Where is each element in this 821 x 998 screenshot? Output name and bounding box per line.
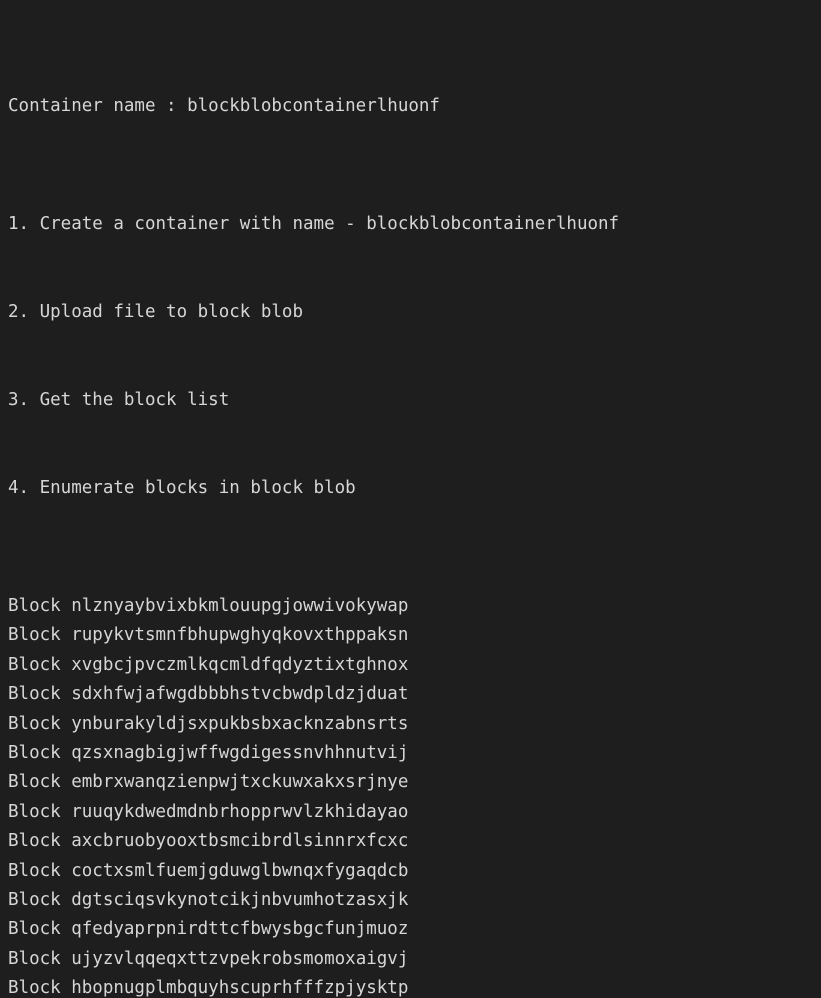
- block-label: Block: [8, 654, 72, 675]
- block-list-item: Block ynburakyldjsxpukbsbxacknzabnsrts: [8, 710, 821, 739]
- block-list-item: Block qzsxnagbigjwffwgdigessnvhhnutvij: [8, 739, 821, 768]
- block-label: Block: [8, 743, 72, 763]
- block-label: Block: [8, 860, 72, 881]
- step-line-1: 1. Create a container with name - blockb…: [8, 213, 620, 234]
- block-list-item: Block qfedyaprpnirdttcfbwysbgcfunjmuoz: [8, 915, 821, 944]
- block-list-item: Block dgtsciqsvkynotcikjnbvumhotzasxjk: [8, 886, 821, 915]
- block-list-item: Block xvgbcjpvczmlkqcmldfqdyztixtghnox: [8, 651, 821, 680]
- block-list-item: Block rupykvtsmnfbhupwghyqkovxthppaksn: [8, 621, 821, 650]
- block-list-item: Block nlznyaybvixbkmlouupgjowwivokywap: [8, 592, 821, 621]
- block-id: qzsxnagbigjwffwgdigessnvhhnutvij: [71, 743, 409, 763]
- block-list: Block nlznyaybvixbkmlouupgjowwivokywap Bl…: [8, 592, 821, 998]
- block-label: Block: [8, 978, 72, 998]
- block-id: xvgbcjpvczmlkqcmldfqdyztixtghnox: [71, 654, 409, 675]
- block-id: axcbruobyooxtbsmcibrdlsinnrxfcxc: [71, 831, 409, 852]
- block-id: ruuqykdwedmdnbrhopprwvlzkhidayao: [71, 801, 409, 822]
- block-label: Block: [8, 948, 72, 969]
- block-id: nlznyaybvixbkmlouupgjowwivokywap: [71, 596, 409, 617]
- step-line-3: 3. Get the block list: [8, 390, 230, 411]
- block-label: Block: [8, 772, 72, 793]
- block-label: Block: [8, 801, 72, 822]
- block-label: Block: [8, 919, 72, 940]
- block-id: qfedyaprpnirdttcfbwysbgcfunjmuoz: [71, 919, 409, 940]
- block-list-item: Block ujyzvlqqeqxttzvpekrobsmomoxaigvj: [8, 945, 821, 974]
- block-label: Block: [8, 713, 72, 734]
- terminal-output-pane[interactable]: Container name : blockblobcontainerlhuon…: [0, 0, 821, 998]
- block-id: coctxsmlfuemjgduwglbwnqxfygaqdcb: [71, 860, 409, 881]
- step-line-4: 4. Enumerate blocks in block blob: [8, 478, 356, 499]
- block-list-item: Block hbopnugplmbquyhscuprhfffzpjysktp: [8, 974, 821, 998]
- block-label: Block: [8, 625, 72, 646]
- block-label: Block: [8, 684, 72, 705]
- block-id: sdxhfwjafwgdbbbhstvcbwdpldzjduat: [71, 684, 409, 705]
- block-id: ynburakyldjsxpukbsbxacknzabnsrts: [71, 713, 409, 734]
- block-list-item: Block embrxwanqzienpwjtxckuwxakxsrjnye: [8, 768, 821, 797]
- block-id: dgtsciqsvkynotcikjnbvumhotzasxjk: [71, 889, 409, 910]
- block-label: Block: [8, 596, 72, 617]
- block-list-item: Block sdxhfwjafwgdbbbhstvcbwdpldzjduat: [8, 680, 821, 709]
- block-id: rupykvtsmnfbhupwghyqkovxthppaksn: [71, 625, 409, 646]
- block-label: Block: [8, 889, 72, 910]
- block-list-item: Block ruuqykdwedmdnbrhopprwvlzkhidayao: [8, 798, 821, 827]
- block-label: Block: [8, 831, 72, 852]
- block-list-item: Block axcbruobyooxtbsmcibrdlsinnrxfcxc: [8, 827, 821, 856]
- container-name-line: Container name : blockblobcontainerlhuon…: [8, 96, 440, 117]
- block-id: hbopnugplmbquyhscuprhfffzpjysktp: [71, 978, 409, 998]
- block-list-item: Block coctxsmlfuemjgduwglbwnqxfygaqdcb: [8, 857, 821, 886]
- block-id: ujyzvlqqeqxttzvpekrobsmomoxaigvj: [71, 948, 409, 969]
- block-id: embrxwanqzienpwjtxckuwxakxsrjnye: [71, 772, 409, 793]
- step-line-2: 2. Upload file to block blob: [8, 302, 304, 323]
